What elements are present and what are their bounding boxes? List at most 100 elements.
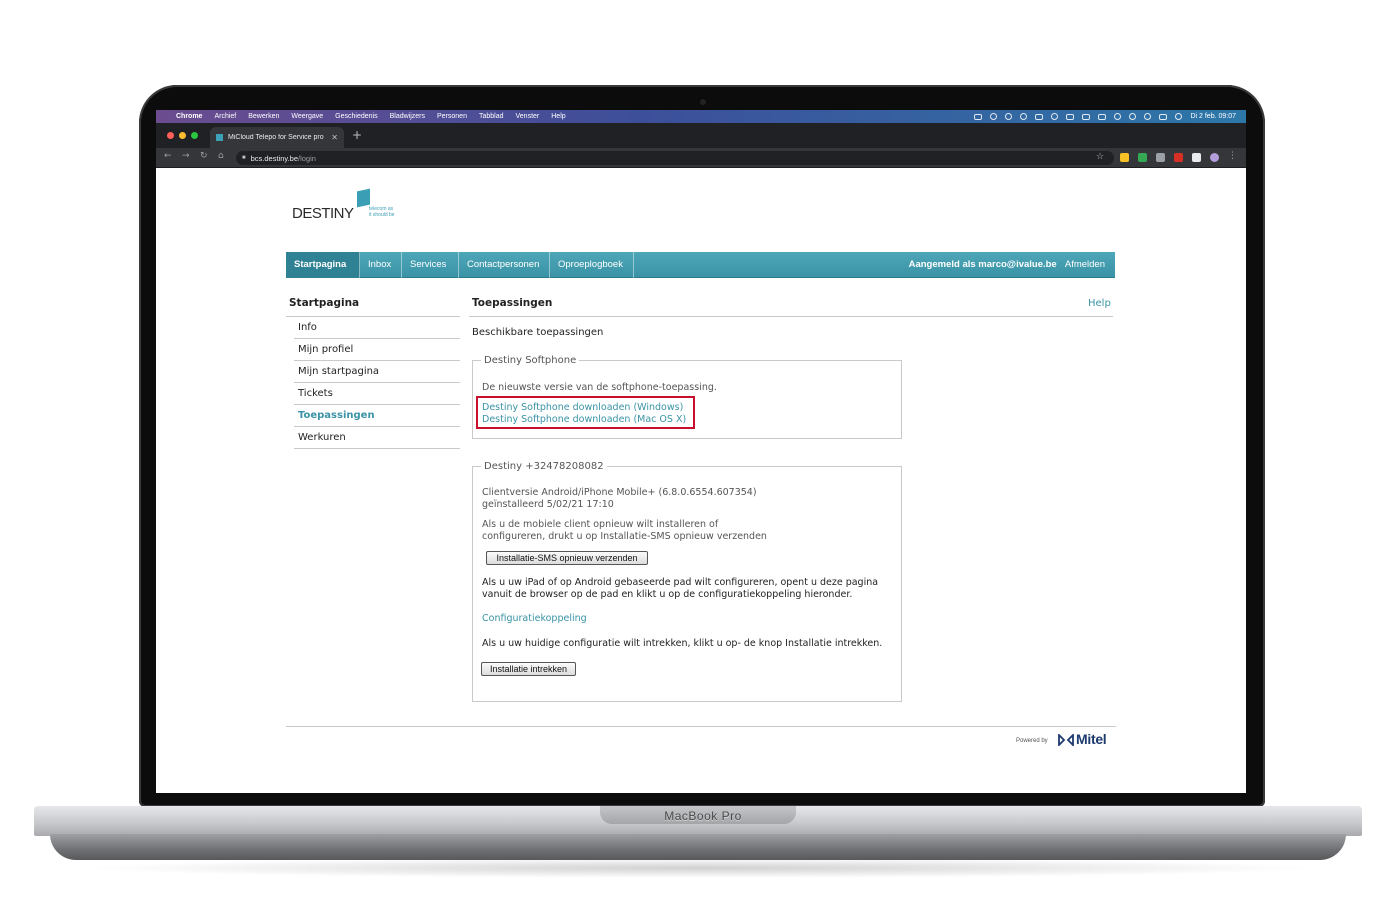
nav-services[interactable]: Services	[402, 252, 459, 278]
status-area: Di 2 feb. 09:07	[974, 110, 1236, 123]
extension-badge-icon[interactable]	[1174, 153, 1183, 162]
ipad-text-1: Als u uw iPad of op Android gebaseerde p…	[482, 577, 879, 588]
configuration-link[interactable]: Configuratiekoppeling	[482, 613, 587, 625]
bluetooth-icon[interactable]	[1082, 113, 1091, 120]
address-bar[interactable]: ■ bcs.destiny.be /login	[236, 151, 1114, 165]
laptop-base-bottom	[50, 834, 1346, 860]
help-link[interactable]: Help	[1088, 298, 1111, 309]
browser-tab[interactable]: MiCloud Telepo for Service pro ✕	[210, 127, 344, 148]
sidebar-item-toepassingen[interactable]: Toepassingen	[294, 405, 460, 427]
close-window-icon[interactable]	[167, 132, 174, 139]
search-icon[interactable]	[1144, 113, 1152, 120]
page-title: Toepassingen	[472, 297, 553, 309]
logo-wordmark: DESTINY	[292, 205, 354, 222]
download-links-highlight	[476, 396, 695, 429]
back-icon[interactable]: ←	[164, 151, 172, 161]
sync-icon[interactable]	[1005, 113, 1013, 120]
tab-close-icon[interactable]: ✕	[331, 133, 338, 142]
menu-bladwijzers[interactable]: Bladwijzers	[390, 113, 425, 120]
sidebar-item-info[interactable]: Info	[294, 317, 460, 339]
nav-contactpersonen[interactable]: Contactpersonen	[459, 252, 550, 278]
siri-icon[interactable]	[1175, 113, 1183, 120]
settings-icon[interactable]	[1020, 113, 1028, 120]
macos-menubar: Chrome Archief Bewerken Weergave Geschie…	[156, 110, 1246, 123]
browser-toolbar: ← → ↻ ⌂ ■ bcs.destiny.be /login ☆ ⋮	[156, 148, 1246, 168]
wifi-icon[interactable]	[1114, 113, 1122, 120]
sidebar-item-tickets[interactable]: Tickets	[294, 383, 460, 405]
mobile-legend: Destiny +32478208082	[484, 461, 604, 472]
reload-icon[interactable]: ↻	[200, 151, 208, 161]
lock-icon[interactable]: ■	[242, 155, 246, 161]
logo-tagline: telecom as it should be	[369, 206, 409, 218]
menu-tabblad[interactable]: Tabblad	[479, 113, 504, 120]
nav-oproeplogboek[interactable]: Oproeplogboek	[550, 252, 634, 278]
powered-by-text: Powered by	[1016, 738, 1048, 744]
extension-drive-icon[interactable]	[1138, 153, 1147, 162]
sidebar-item-werkuren[interactable]: Werkuren	[294, 427, 460, 449]
display-icon[interactable]	[974, 113, 983, 120]
maximize-window-icon[interactable]	[191, 132, 198, 139]
sidebar-item-mijn-startpagina[interactable]: Mijn startpagina	[294, 361, 460, 383]
mitel-wordmark: Mitel	[1076, 731, 1107, 747]
extension-camera-icon[interactable]	[1156, 153, 1165, 162]
more-menu-icon[interactable]: ⋮	[1228, 151, 1237, 161]
menu-help[interactable]: Help	[551, 113, 565, 120]
menubar-clock[interactable]: Di 2 feb. 09:07	[1190, 113, 1236, 120]
menu-weergave[interactable]: Weergave	[291, 113, 323, 120]
reinstall-text-2: configureren, drukt u op Installatie-SMS…	[482, 531, 767, 542]
menu-archief[interactable]: Archief	[214, 113, 236, 120]
softphone-description: De nieuwste versie van de softphone-toep…	[482, 382, 717, 393]
revoke-installation-button[interactable]: Installatie intrekken	[481, 662, 576, 676]
menu-personen[interactable]: Personen	[437, 113, 467, 120]
menu-geschiedenis[interactable]: Geschiedenis	[335, 113, 377, 120]
logo-flag-icon	[357, 188, 370, 208]
tab-title: MiCloud Telepo for Service pro	[228, 134, 324, 141]
main-navbar: Startpagina Inbox Services Contactperson…	[286, 252, 1115, 278]
camera-icon	[700, 99, 706, 105]
screen: Chrome Archief Bewerken Weergave Geschie…	[156, 110, 1246, 793]
mobile-installed-date: geïnstalleerd 5/02/21 17:10	[482, 499, 614, 510]
section-subtitle: Beschikbare toepassingen	[472, 327, 604, 338]
record-icon[interactable]	[1051, 113, 1059, 120]
menu-chrome[interactable]: Chrome	[176, 113, 202, 120]
resend-sms-button[interactable]: Installatie-SMS opnieuw verzenden	[486, 551, 648, 565]
url-path: /login	[298, 153, 316, 163]
sidebar-title: Startpagina	[289, 297, 360, 309]
home-icon[interactable]: ⌂	[218, 151, 224, 161]
mitel-logo-icon	[1058, 734, 1074, 746]
extension-note-icon[interactable]	[1120, 153, 1129, 162]
mobile-client-version: Clientversie Android/iPhone Mobile+ (6.8…	[482, 487, 757, 498]
new-tab-icon[interactable]: +	[352, 128, 362, 142]
nav-startpagina[interactable]: Startpagina	[286, 252, 360, 278]
ipad-text-2: vanuit de browser op de pad en klikt u o…	[482, 589, 853, 600]
softphone-legend: Destiny Softphone	[484, 355, 577, 366]
battery-icon[interactable]	[1098, 113, 1107, 120]
extensions-puzzle-icon[interactable]	[1192, 153, 1201, 162]
url-host: bcs.destiny.be	[250, 153, 299, 163]
reinstall-text-1: Als u de mobiele client opnieuw wilt ins…	[482, 519, 719, 530]
logout-link[interactable]: Afmelden	[1065, 259, 1105, 270]
destiny-logo[interactable]: DESTINY telecom as it should be	[292, 188, 402, 230]
control-center-icon[interactable]	[1159, 113, 1168, 120]
nav-inbox[interactable]: Inbox	[360, 252, 402, 278]
main-divider	[469, 316, 1113, 317]
bookmark-star-icon[interactable]: ☆	[1096, 152, 1104, 162]
forward-icon[interactable]: →	[182, 151, 190, 161]
note-icon[interactable]	[1035, 113, 1044, 120]
menu-bewerken[interactable]: Bewerken	[248, 113, 279, 120]
laptop-shadow	[80, 858, 1320, 878]
logged-in-user: Aangemeld als marco@ivalue.be	[908, 259, 1057, 270]
minimize-window-icon[interactable]	[179, 132, 186, 139]
menu-venster[interactable]: Venster	[516, 113, 540, 120]
volume-icon[interactable]	[1066, 113, 1075, 120]
notification-icon[interactable]	[990, 113, 998, 120]
sidebar-item-mijn-profiel[interactable]: Mijn profiel	[294, 339, 460, 361]
profile-avatar-icon[interactable]	[1210, 153, 1219, 162]
footer-divider	[286, 726, 1116, 727]
revoke-text: Als u uw huidige configuratie wilt intre…	[482, 638, 883, 649]
favicon-icon	[216, 134, 223, 141]
user-icon[interactable]	[1129, 113, 1137, 120]
web-page: DESTINY telecom as it should be Startpag…	[156, 168, 1246, 793]
laptop-brand: MacBook Pro	[664, 809, 742, 823]
logo-tagline-line-2: it should be	[369, 212, 395, 218]
